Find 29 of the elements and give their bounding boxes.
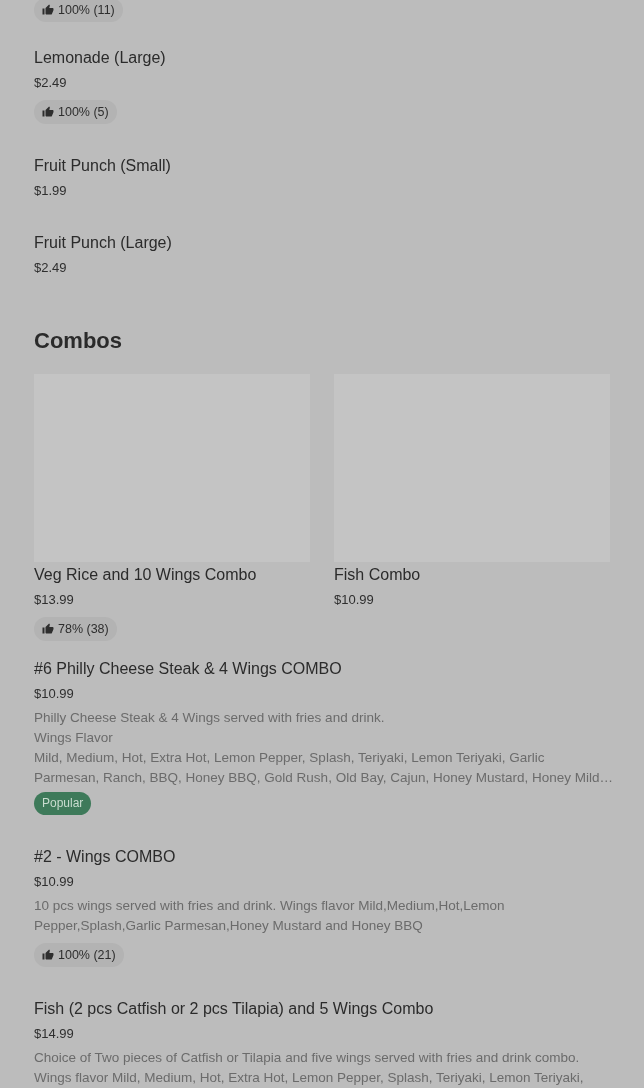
item-price: $13.99	[34, 591, 75, 609]
item-description: 10 pcs wings served with fries and drink. Wings flavor Mild,Medium,Hot,Lemon Pepper,Splash,Garlic Parmesan,Honey Mustard and Honey BBQ	[34, 897, 506, 935]
item-price: $2.49	[34, 259, 68, 277]
item-title[interactable]: Fish Combo	[334, 563, 610, 587]
item-title[interactable]: Fruit Punch (Small)	[34, 154, 610, 178]
rating-text: 78% (38)	[58, 620, 109, 638]
popular-tag: Popular	[34, 792, 92, 815]
rating-text: 100% (21)	[58, 946, 116, 964]
thumbs-up-icon	[42, 949, 54, 961]
item-description: Choice of Two pieces of Catfish or Tilapia and five wings served with fries and drink combo. Wings flavor Mild, Medium, Hot, Extra Hot, Lemon Pepper, Splash, Teriyaki, Lemon Teriyaki,	[34, 1049, 585, 1087]
item-title[interactable]: Fish (2 pcs Catfish or 2 pcs Tilapia) and 5 Wings Combo	[34, 997, 610, 1021]
item-price: $10.99	[334, 591, 375, 609]
item-title[interactable]: #6 Philly Cheese Steak & 4 Wings COMBO	[34, 657, 610, 681]
item-title[interactable]: Fruit Punch (Large)	[34, 231, 610, 255]
rating-text: 100% (11)	[58, 1, 115, 19]
item-price: $10.99	[34, 873, 75, 891]
item-title[interactable]: Lemonade (Large)	[34, 46, 610, 70]
rating-text: 100% (5)	[58, 103, 109, 121]
thumbs-up-icon	[42, 106, 54, 118]
item-title[interactable]: #2 - Wings COMBO	[34, 845, 610, 869]
section-heading: Combos	[34, 327, 123, 355]
item-price: $2.49	[34, 74, 68, 92]
thumbs-up-icon	[42, 623, 54, 635]
item-title[interactable]: Veg Rice and 10 Wings Combo	[34, 563, 310, 587]
item-description: Philly Cheese Steak & 4 Wings served with fries and drink. Wings Flavor Mild, Medium, Hot, Extra Hot, Lemon Pepper, Splash, Teriyaki, Lemon Teriyaki, Garlic Parmesan, Ranch, BBQ, Honey BBQ, Gold Rush, Old Bay, Cajun, Honey Mustard, Honey Mild…	[34, 709, 610, 787]
item-price: $1.99	[34, 182, 68, 200]
item-price: $10.99	[34, 685, 75, 703]
item-price: $14.99	[34, 1025, 75, 1043]
thumbs-up-icon	[42, 4, 54, 16]
